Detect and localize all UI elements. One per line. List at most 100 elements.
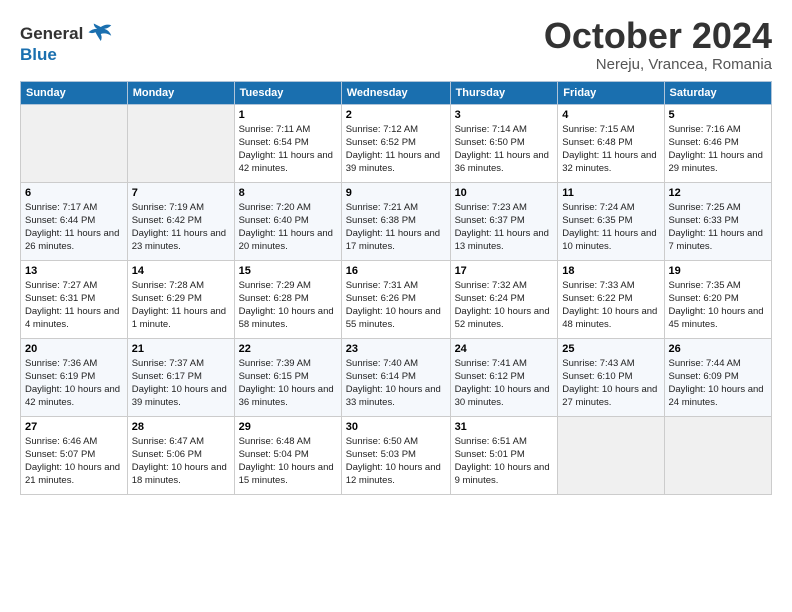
day-number: 13: [25, 265, 123, 277]
month-title: October 2024: [544, 16, 772, 56]
day-info: Sunrise: 7:29 AM Sunset: 6:28 PM Dayligh…: [239, 279, 337, 332]
calendar-cell: 17 Sunrise: 7:32 AM Sunset: 6:24 PM Dayli…: [450, 260, 558, 338]
day-number: 5: [669, 109, 768, 121]
day-info: Sunrise: 7:28 AM Sunset: 6:29 PM Dayligh…: [132, 279, 230, 332]
calendar-cell: 15 Sunrise: 7:29 AM Sunset: 6:28 PM Dayli…: [234, 260, 341, 338]
day-number: 18: [562, 265, 659, 277]
day-number: 2: [346, 109, 446, 121]
day-info: Sunrise: 7:36 AM Sunset: 6:19 PM Dayligh…: [25, 357, 123, 410]
day-number: 12: [669, 187, 768, 199]
location: Nereju, Vrancea, Romania: [544, 56, 772, 73]
day-number: 1: [239, 109, 337, 121]
day-info: Sunrise: 7:16 AM Sunset: 6:46 PM Dayligh…: [669, 123, 768, 176]
weekday-header-saturday: Saturday: [664, 81, 772, 104]
calendar-cell: 1 Sunrise: 7:11 AM Sunset: 6:54 PM Daylig…: [234, 104, 341, 182]
day-number: 30: [346, 421, 446, 433]
day-info: Sunrise: 7:41 AM Sunset: 6:12 PM Dayligh…: [455, 357, 554, 410]
weekday-header-friday: Friday: [558, 81, 664, 104]
calendar-cell: 24 Sunrise: 7:41 AM Sunset: 6:12 PM Dayli…: [450, 338, 558, 416]
calendar-cell: [21, 104, 128, 182]
day-info: Sunrise: 7:33 AM Sunset: 6:22 PM Dayligh…: [562, 279, 659, 332]
day-info: Sunrise: 7:27 AM Sunset: 6:31 PM Dayligh…: [25, 279, 123, 332]
day-info: Sunrise: 7:31 AM Sunset: 6:26 PM Dayligh…: [346, 279, 446, 332]
calendar-cell: 13 Sunrise: 7:27 AM Sunset: 6:31 PM Dayli…: [21, 260, 128, 338]
day-info: Sunrise: 7:17 AM Sunset: 6:44 PM Dayligh…: [25, 201, 123, 254]
weekday-header-wednesday: Wednesday: [341, 81, 450, 104]
weekday-header-monday: Monday: [127, 81, 234, 104]
day-info: Sunrise: 7:32 AM Sunset: 6:24 PM Dayligh…: [455, 279, 554, 332]
calendar-cell: 21 Sunrise: 7:37 AM Sunset: 6:17 PM Dayli…: [127, 338, 234, 416]
day-info: Sunrise: 7:15 AM Sunset: 6:48 PM Dayligh…: [562, 123, 659, 176]
day-info: Sunrise: 6:48 AM Sunset: 5:04 PM Dayligh…: [239, 435, 337, 488]
calendar-cell: 28 Sunrise: 6:47 AM Sunset: 5:06 PM Dayli…: [127, 416, 234, 494]
logo: General Blue: [20, 20, 113, 63]
calendar-cell: 18 Sunrise: 7:33 AM Sunset: 6:22 PM Dayli…: [558, 260, 664, 338]
day-info: Sunrise: 7:35 AM Sunset: 6:20 PM Dayligh…: [669, 279, 768, 332]
day-number: 6: [25, 187, 123, 199]
calendar-cell: 19 Sunrise: 7:35 AM Sunset: 6:20 PM Dayli…: [664, 260, 772, 338]
day-number: 19: [669, 265, 768, 277]
day-number: 8: [239, 187, 337, 199]
title-block: October 2024 Nereju, Vrancea, Romania: [544, 16, 772, 73]
calendar-cell: 9Sunrise: 7:21 AM Sunset: 6:38 PM Daylig…: [341, 182, 450, 260]
day-number: 27: [25, 421, 123, 433]
day-number: 31: [455, 421, 554, 433]
calendar-cell: 23 Sunrise: 7:40 AM Sunset: 6:14 PM Dayli…: [341, 338, 450, 416]
day-number: 9: [346, 187, 446, 199]
day-number: 7: [132, 187, 230, 199]
day-number: 17: [455, 265, 554, 277]
calendar-cell: [664, 416, 772, 494]
day-info: Sunrise: 7:39 AM Sunset: 6:15 PM Dayligh…: [239, 357, 337, 410]
calendar-cell: 22 Sunrise: 7:39 AM Sunset: 6:15 PM Dayli…: [234, 338, 341, 416]
weekday-header-thursday: Thursday: [450, 81, 558, 104]
day-info: Sunrise: 7:44 AM Sunset: 6:09 PM Dayligh…: [669, 357, 768, 410]
calendar-cell: 6 Sunrise: 7:17 AM Sunset: 6:44 PM Daylig…: [21, 182, 128, 260]
day-number: 22: [239, 343, 337, 355]
day-number: 29: [239, 421, 337, 433]
calendar-cell: 31 Sunrise: 6:51 AM Sunset: 5:01 PM Dayli…: [450, 416, 558, 494]
calendar-cell: 5 Sunrise: 7:16 AM Sunset: 6:46 PM Daylig…: [664, 104, 772, 182]
calendar-cell: 30 Sunrise: 6:50 AM Sunset: 5:03 PM Dayli…: [341, 416, 450, 494]
calendar-cell: 12 Sunrise: 7:25 AM Sunset: 6:33 PM Dayli…: [664, 182, 772, 260]
calendar-cell: 26 Sunrise: 7:44 AM Sunset: 6:09 PM Dayli…: [664, 338, 772, 416]
day-info: Sunrise: 6:50 AM Sunset: 5:03 PM Dayligh…: [346, 435, 446, 488]
day-info: Sunrise: 7:11 AM Sunset: 6:54 PM Dayligh…: [239, 123, 337, 176]
day-info: Sunrise: 7:40 AM Sunset: 6:14 PM Dayligh…: [346, 357, 446, 410]
calendar-cell: 16Sunrise: 7:31 AM Sunset: 6:26 PM Dayli…: [341, 260, 450, 338]
calendar-cell: [127, 104, 234, 182]
day-number: 24: [455, 343, 554, 355]
calendar-cell: [558, 416, 664, 494]
calendar-cell: 4 Sunrise: 7:15 AM Sunset: 6:48 PM Daylig…: [558, 104, 664, 182]
day-number: 10: [455, 187, 554, 199]
day-info: Sunrise: 7:20 AM Sunset: 6:40 PM Dayligh…: [239, 201, 337, 254]
calendar-cell: 10Sunrise: 7:23 AM Sunset: 6:37 PM Dayli…: [450, 182, 558, 260]
calendar-cell: 2 Sunrise: 7:12 AM Sunset: 6:52 PM Daylig…: [341, 104, 450, 182]
day-info: Sunrise: 7:43 AM Sunset: 6:10 PM Dayligh…: [562, 357, 659, 410]
day-info: Sunrise: 7:24 AM Sunset: 6:35 PM Dayligh…: [562, 201, 659, 254]
weekday-header-tuesday: Tuesday: [234, 81, 341, 104]
day-number: 11: [562, 187, 659, 199]
calendar-cell: 25Sunrise: 7:43 AM Sunset: 6:10 PM Dayli…: [558, 338, 664, 416]
calendar-cell: 8 Sunrise: 7:20 AM Sunset: 6:40 PM Daylig…: [234, 182, 341, 260]
day-info: Sunrise: 6:47 AM Sunset: 5:06 PM Dayligh…: [132, 435, 230, 488]
day-number: 3: [455, 109, 554, 121]
day-number: 4: [562, 109, 659, 121]
day-number: 15: [239, 265, 337, 277]
day-number: 14: [132, 265, 230, 277]
day-number: 28: [132, 421, 230, 433]
day-info: Sunrise: 6:51 AM Sunset: 5:01 PM Dayligh…: [455, 435, 554, 488]
calendar-table: SundayMondayTuesdayWednesdayThursdayFrid…: [20, 81, 772, 495]
day-number: 26: [669, 343, 768, 355]
calendar-cell: 29 Sunrise: 6:48 AM Sunset: 5:04 PM Dayli…: [234, 416, 341, 494]
day-number: 21: [132, 343, 230, 355]
logo-blue: Blue: [20, 46, 113, 63]
day-info: Sunrise: 7:12 AM Sunset: 6:52 PM Dayligh…: [346, 123, 446, 176]
logo-bird-icon: [85, 20, 113, 48]
calendar-cell: 7Sunrise: 7:19 AM Sunset: 6:42 PM Daylig…: [127, 182, 234, 260]
day-number: 23: [346, 343, 446, 355]
calendar-cell: 14 Sunrise: 7:28 AM Sunset: 6:29 PM Dayli…: [127, 260, 234, 338]
day-info: Sunrise: 6:46 AM Sunset: 5:07 PM Dayligh…: [25, 435, 123, 488]
day-info: Sunrise: 7:25 AM Sunset: 6:33 PM Dayligh…: [669, 201, 768, 254]
logo-general: General: [20, 24, 83, 43]
day-info: Sunrise: 7:37 AM Sunset: 6:17 PM Dayligh…: [132, 357, 230, 410]
